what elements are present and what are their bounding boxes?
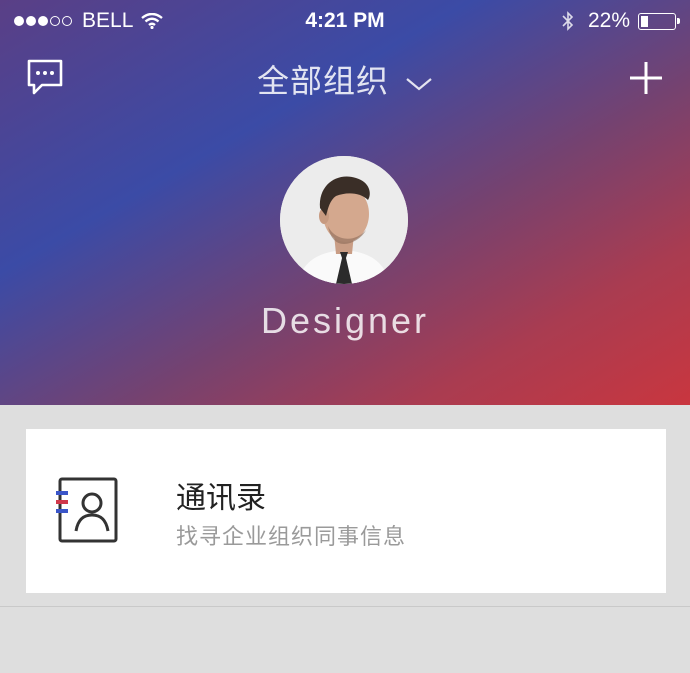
contacts-card[interactable]: 通讯录 找寻企业组织同事信息 xyxy=(26,429,666,593)
bluetooth-icon xyxy=(562,11,574,31)
avatar[interactable] xyxy=(280,156,408,284)
card-title: 通讯录 xyxy=(176,482,266,515)
chevron-down-icon xyxy=(406,77,432,90)
card-subtitle: 找寻企业组织同事信息 xyxy=(176,524,407,549)
profile-header: BELL 4:21 PM 22% 全部组织 Designer xyxy=(0,0,690,405)
profile-name: Designer xyxy=(260,300,430,341)
battery-icon xyxy=(638,12,680,30)
status-bar: BELL 4:21 PM 22% xyxy=(0,0,690,44)
battery-nub xyxy=(677,17,680,24)
status-right: 22% xyxy=(562,9,680,33)
person-photo-icon xyxy=(280,156,408,284)
battery-fill xyxy=(641,15,648,27)
organization-selector[interactable]: 全部组织 xyxy=(0,56,690,102)
plus-icon[interactable] xyxy=(628,60,664,96)
battery-percent: 22% xyxy=(587,9,630,32)
nav-bar: 全部组织 xyxy=(0,44,690,114)
divider xyxy=(0,606,690,607)
nav-title: 全部组织 xyxy=(257,63,390,99)
contacts-book-icon xyxy=(56,477,118,543)
